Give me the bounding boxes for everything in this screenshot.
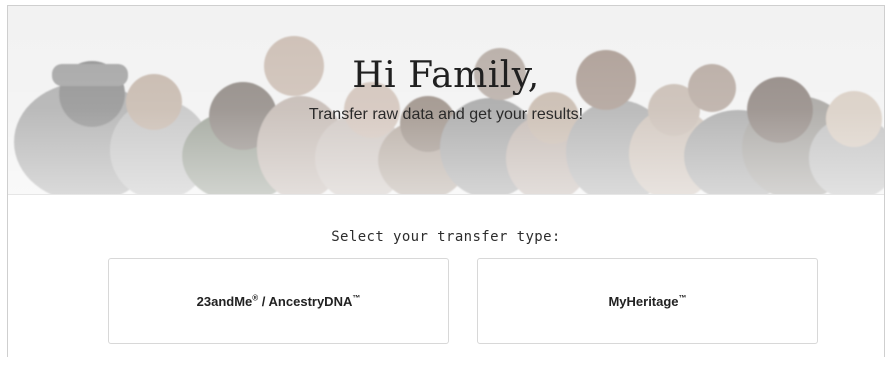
page-subtitle: Transfer raw data and get your results! [308,106,584,124]
brand-23andme: 23andMe [196,293,253,309]
transfer-option-23andme-ancestrydna[interactable]: 23andMe® / AncestryDNA™ [108,258,449,344]
hero-banner: Hi Family, Transfer raw data and get you… [8,6,884,195]
brand-myheritage: MyHeritage [608,293,679,309]
transfer-options: 23andMe® / AncestryDNA™ MyHeritage™ [108,258,818,344]
transfer-option-label: MyHeritage™ [608,294,686,309]
page-title: Hi Family, [352,55,540,96]
transfer-option-label: 23andMe® / AncestryDNA™ [197,294,361,309]
hero-text: Hi Family, Transfer raw data and get you… [8,54,884,124]
brand-ancestrydna: AncestryDNA [268,293,353,309]
option-separator: / [258,293,269,309]
trademark-mark: ™ [352,293,361,303]
transfer-option-myheritage[interactable]: MyHeritage™ [477,258,818,344]
transfer-type-heading: Select your transfer type: [331,229,561,245]
trademark-mark: ™ [678,293,687,303]
page-frame: Hi Family, Transfer raw data and get you… [7,5,885,357]
